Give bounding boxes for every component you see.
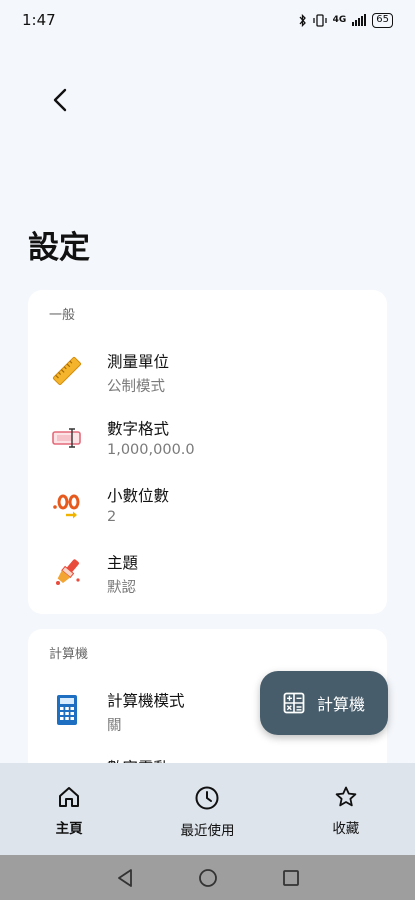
setting-value: 2 — [107, 509, 117, 525]
bluetooth-icon — [299, 13, 306, 27]
calculator-icon — [50, 693, 84, 727]
bottom-nav: 主頁 最近使用 收藏 — [0, 763, 415, 855]
status-icons: 4G 65 — [299, 12, 393, 28]
setting-title: 小數位數 — [107, 487, 170, 505]
section-label-general: 一般 — [49, 308, 76, 323]
nav-label: 主頁 — [55, 821, 83, 837]
number-format-icon — [50, 421, 84, 455]
home-icon — [59, 787, 80, 807]
battery-icon: 65 — [372, 12, 393, 28]
calculator-fab[interactable]: 計算機 — [260, 671, 388, 735]
nav-favorites[interactable]: 收藏 — [277, 763, 415, 855]
setting-title: 主題 — [107, 554, 139, 572]
general-settings-card: 一般 測量單位 公制模式 數字格式 1,000,000.0 小數位數 2 主題 … — [28, 290, 387, 614]
setting-value: 關 — [107, 718, 122, 734]
star-icon — [335, 786, 357, 807]
system-back-button[interactable] — [116, 868, 134, 888]
setting-title: 測量單位 — [107, 353, 170, 371]
signal-icon — [352, 14, 367, 26]
nav-recent[interactable]: 最近使用 — [138, 763, 276, 855]
setting-measurement-unit[interactable]: 測量單位 公制模式 — [28, 340, 387, 402]
calculator-icon — [283, 692, 305, 714]
clock-icon — [195, 786, 219, 810]
setting-title: 計算機模式 — [107, 692, 185, 710]
ruler-icon — [50, 354, 84, 388]
triangle-back-icon — [117, 868, 132, 887]
back-arrow-icon — [53, 88, 67, 112]
setting-title: 數字格式 — [107, 420, 170, 438]
back-button[interactable] — [40, 80, 80, 120]
network-type: 4G — [332, 15, 347, 25]
page-title: 設定 — [28, 230, 90, 266]
paint-brush-icon — [50, 555, 84, 589]
status-bar: 1:47 4G 65 — [0, 0, 415, 40]
setting-decimal-places[interactable]: 小數位數 2 — [28, 474, 387, 536]
battery-level: 65 — [376, 14, 389, 25]
square-recents-icon — [282, 869, 299, 886]
nav-home[interactable]: 主頁 — [0, 763, 138, 855]
setting-value: 1,000,000.0 — [107, 442, 195, 458]
system-home-button[interactable] — [198, 868, 218, 888]
nav-label: 最近使用 — [180, 823, 235, 839]
vibrate-icon — [312, 13, 327, 27]
nav-label: 收藏 — [332, 821, 360, 837]
fab-label: 計算機 — [316, 695, 365, 714]
status-time: 1:47 — [22, 11, 56, 29]
system-navigation-bar — [0, 855, 415, 900]
section-label-calculator: 計算機 — [49, 647, 89, 662]
system-recents-button[interactable] — [282, 869, 300, 887]
setting-number-format[interactable]: 數字格式 1,000,000.0 — [28, 407, 387, 469]
circle-home-icon — [198, 868, 217, 887]
setting-theme[interactable]: 主題 默認 — [28, 541, 387, 603]
decimal-places-icon — [50, 488, 84, 522]
setting-value: 公制模式 — [107, 379, 165, 395]
setting-value: 默認 — [107, 580, 136, 596]
